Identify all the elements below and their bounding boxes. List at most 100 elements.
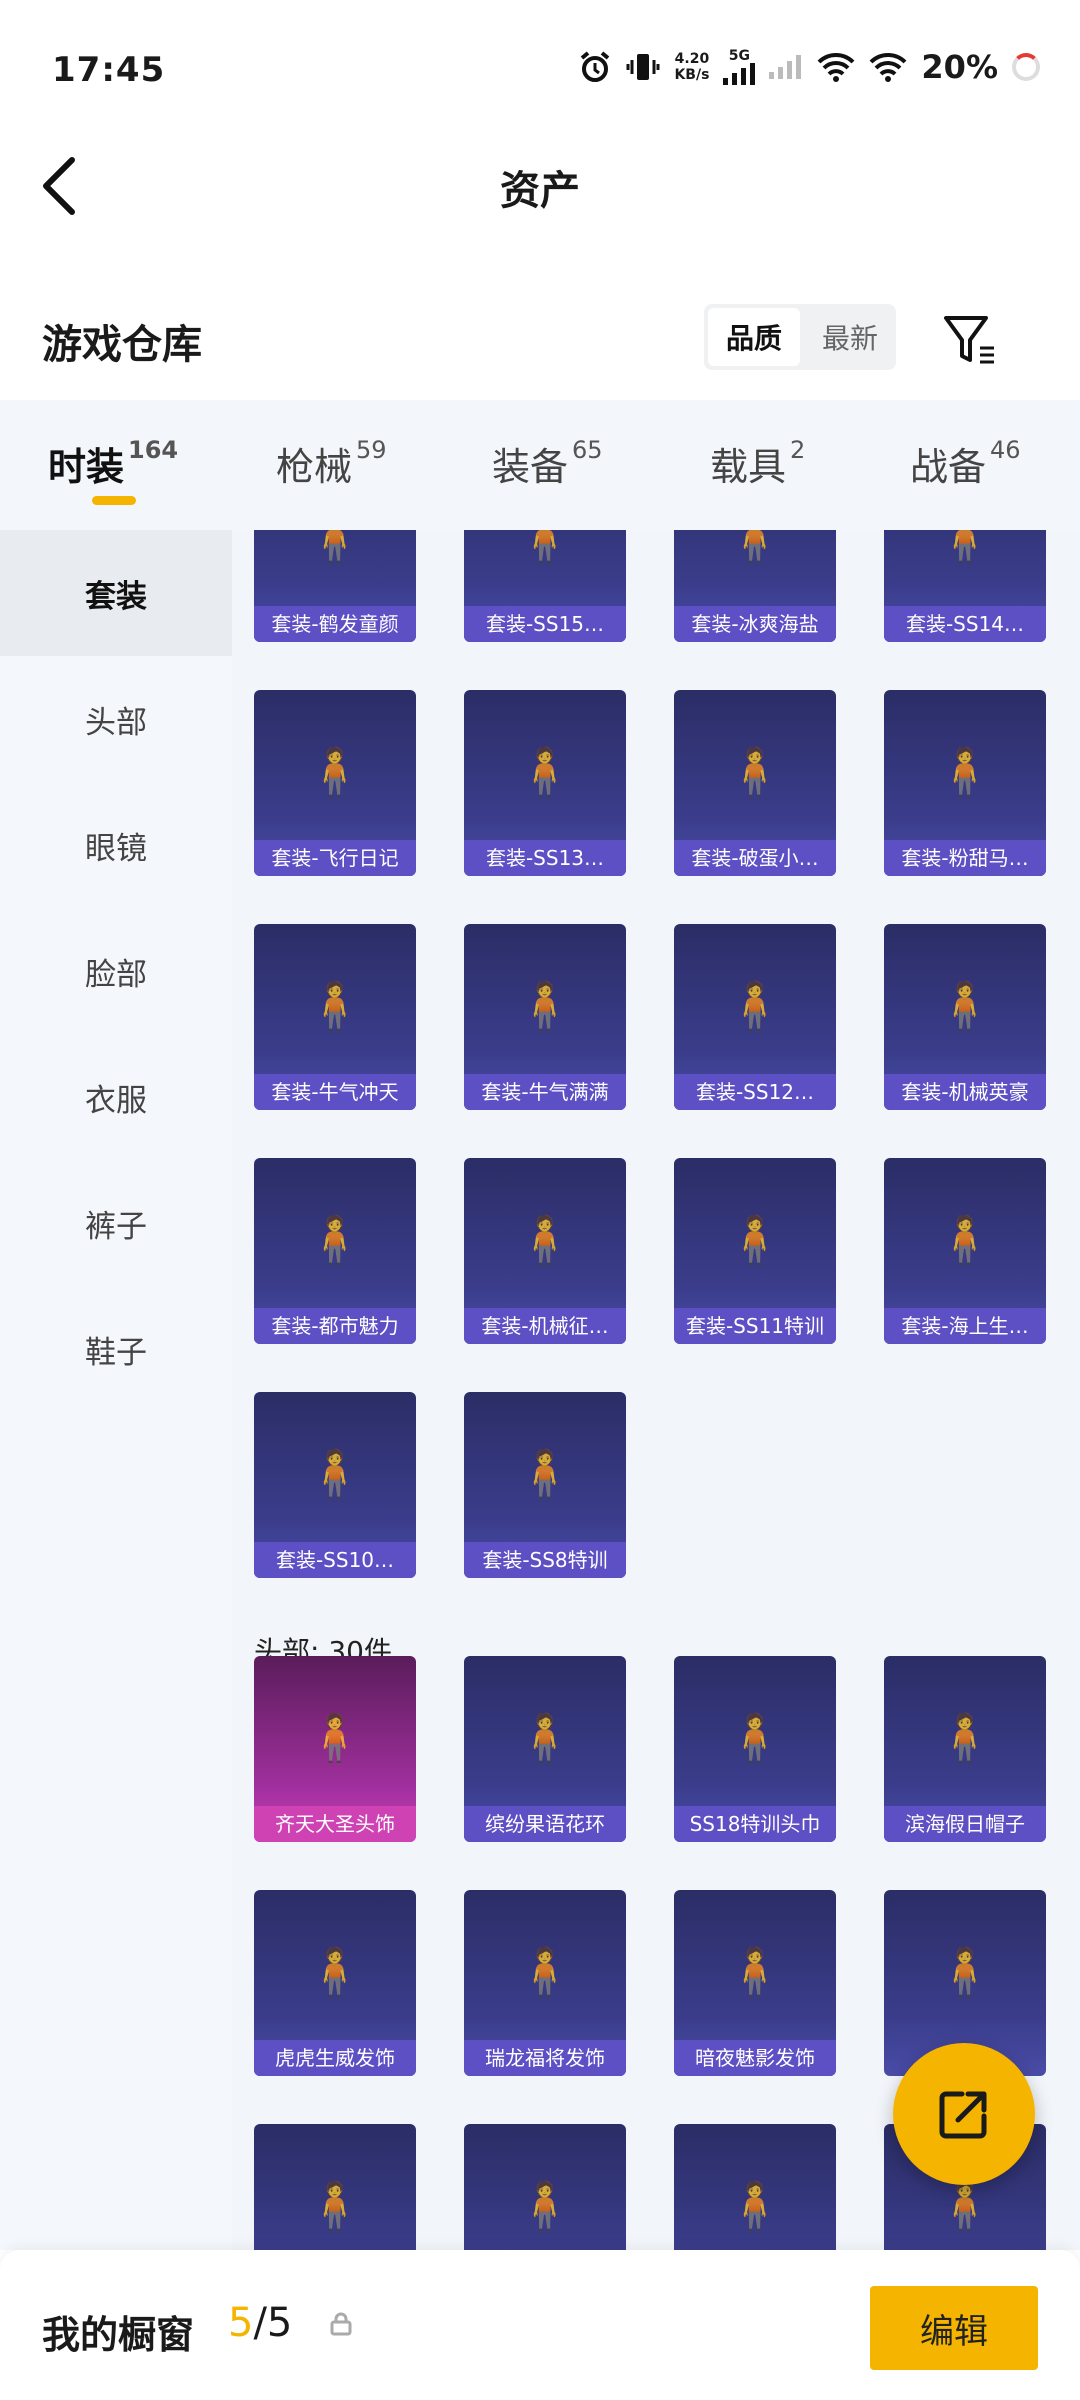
item-name: 套装-都市魅力	[254, 1308, 416, 1344]
item-image: 🧍	[936, 744, 994, 799]
suit-card[interactable]: 🧍 套装-SS12…	[674, 924, 836, 1110]
sidebar-item-face[interactable]: 脸部	[0, 908, 232, 1034]
item-image: 🧍	[306, 744, 364, 799]
tab-vehicles[interactable]: 载具 2	[710, 436, 805, 491]
item-name: 套装-飞行日记	[254, 840, 416, 876]
sidebar-item-shoes[interactable]: 鞋子	[0, 1286, 232, 1412]
item-image: 🧍	[306, 978, 364, 1033]
page-title: 资产	[500, 168, 580, 214]
head-item-card[interactable]: 🧍 缤纷果语花环	[464, 1656, 626, 1842]
tab-fashion[interactable]: 时装 164	[48, 436, 178, 491]
filter-icon[interactable]	[940, 310, 1000, 370]
share-button[interactable]	[893, 2043, 1035, 2185]
item-name: 虎虎生威发饰	[254, 2040, 416, 2076]
item-name: 滨海假日帽子	[884, 1806, 1046, 1842]
item-image: 🧍	[726, 530, 784, 565]
vibrate-icon	[626, 54, 660, 80]
item-image: 🧍	[516, 978, 574, 1033]
head-item-card[interactable]: 🧍	[254, 2124, 416, 2250]
item-image: 🧍	[936, 1212, 994, 1267]
item-name: 套装-粉甜马…	[884, 840, 1046, 876]
item-name: 套装-牛气满满	[464, 1074, 626, 1110]
item-grid: 头部: 30件 🧍 套装-鹤发童颜 🧍 套装-SS15… 🧍 套装-冰爽海盐 🧍 套装-SS1…	[232, 530, 1080, 2250]
item-name: 套装-冰爽海盐	[674, 606, 836, 642]
item-name: 套装-SS15…	[464, 606, 626, 642]
suit-card[interactable]: 🧍 套装-机械征…	[464, 1158, 626, 1344]
sort-newest[interactable]: 最新	[804, 304, 896, 370]
head-item-card[interactable]: 🧍 滨海假日帽子	[884, 1656, 1046, 1842]
wifi-icon	[817, 52, 855, 82]
head-item-card[interactable]: 🧍	[674, 2124, 836, 2250]
item-image: 🧍	[516, 2178, 574, 2233]
item-image: 🧍	[516, 1446, 574, 1501]
item-name: 套装-机械英豪	[884, 1074, 1046, 1110]
suit-card[interactable]: 🧍 套装-鹤发童颜	[254, 530, 416, 642]
tab-guns[interactable]: 枪械 59	[276, 436, 387, 491]
head-item-card[interactable]: 🧍	[464, 2124, 626, 2250]
suit-card[interactable]: 🧍 套装-牛气冲天	[254, 924, 416, 1110]
sidebar-item-head[interactable]: 头部	[0, 656, 232, 782]
suit-card[interactable]: 🧍 套装-粉甜马…	[884, 690, 1046, 876]
battery-percent: 20%	[921, 48, 998, 86]
suit-card[interactable]: 🧍 套装-SS14…	[884, 530, 1046, 642]
item-name: 套装-破蛋小…	[674, 840, 836, 876]
item-image: 🧍	[306, 530, 364, 565]
item-image: 🧍	[516, 1710, 574, 1765]
sidebar-item-suits[interactable]: 套装	[0, 530, 232, 656]
item-image: 🧍	[516, 530, 574, 565]
item-image: 🧍	[726, 1212, 784, 1267]
sort-quality[interactable]: 品质	[708, 308, 800, 366]
item-name: 齐天大圣头饰	[254, 1806, 416, 1842]
status-icons: 4.20 KB/s 5G 20%	[578, 48, 1040, 86]
item-name: 暗夜魅影发饰	[674, 2040, 836, 2076]
showcase-count: 5/5	[228, 2300, 293, 2346]
item-name: 套装-海上生…	[884, 1308, 1046, 1344]
suit-card[interactable]: 🧍 套装-都市魅力	[254, 1158, 416, 1344]
edit-button[interactable]: 编辑	[870, 2286, 1038, 2370]
sidebar-item-clothes[interactable]: 衣服	[0, 1034, 232, 1160]
item-image: 🧍	[516, 744, 574, 799]
item-image: 🧍	[726, 1710, 784, 1765]
battery-icon	[1012, 53, 1040, 81]
warehouse-title: 游戏仓库	[42, 322, 202, 368]
suit-card[interactable]: 🧍 套装-SS8特训	[464, 1392, 626, 1578]
sidebar-item-glasses[interactable]: 眼镜	[0, 782, 232, 908]
item-image: 🧍	[936, 1710, 994, 1765]
suit-card[interactable]: 🧍 套装-破蛋小…	[674, 690, 836, 876]
suit-card[interactable]: 🧍 套装-牛气满满	[464, 924, 626, 1110]
suit-card[interactable]: 🧍 套装-SS13…	[464, 690, 626, 876]
item-image: 🧍	[726, 744, 784, 799]
tab-equipment[interactable]: 装备 65	[492, 436, 603, 491]
suit-card[interactable]: 🧍 套装-SS11特训	[674, 1158, 836, 1344]
head-item-card[interactable]: 🧍 齐天大圣头饰	[254, 1656, 416, 1842]
status-bar: 17:45 4.20 KB/s 5G 20%	[0, 0, 1080, 140]
app-header: 资产	[0, 140, 1080, 230]
showcase-bar: 我的橱窗 5/5 编辑	[0, 2250, 1080, 2400]
item-image: 🧍	[726, 978, 784, 1033]
head-item-card[interactable]: 🧍 瑞龙福将发饰	[464, 1890, 626, 2076]
suit-card[interactable]: 🧍 套装-SS10…	[254, 1392, 416, 1578]
head-item-card[interactable]: 🧍 暗夜魅影发饰	[674, 1890, 836, 2076]
tab-combat-supplies[interactable]: 战备 46	[910, 436, 1021, 491]
category-tabs: 时装 164 枪械 59 装备 65 载具 2 战备 46	[0, 400, 1080, 530]
item-image: 🧍	[936, 2178, 994, 2233]
item-image: 🧍	[306, 1944, 364, 1999]
head-item-card[interactable]: 🧍 虎虎生威发饰	[254, 1890, 416, 2076]
suit-card[interactable]: 🧍 套装-冰爽海盐	[674, 530, 836, 642]
item-name: 套装-SS13…	[464, 840, 626, 876]
item-image: 🧍	[936, 1944, 994, 1999]
item-name: 套装-SS11特训	[674, 1308, 836, 1344]
suit-card[interactable]: 🧍 套装-海上生…	[884, 1158, 1046, 1344]
item-name: 套装-SS10…	[254, 1542, 416, 1578]
suit-card[interactable]: 🧍 套装-机械英豪	[884, 924, 1046, 1110]
item-name: 套装-SS14…	[884, 606, 1046, 642]
wifi-icon-2	[869, 52, 907, 82]
showcase-label: 我的橱窗	[42, 2313, 195, 2357]
item-name: 套装-机械征…	[464, 1308, 626, 1344]
suit-card[interactable]: 🧍 套装-飞行日记	[254, 690, 416, 876]
lock-icon	[330, 2312, 352, 2336]
sidebar-item-pants[interactable]: 裤子	[0, 1160, 232, 1286]
suit-card[interactable]: 🧍 套装-SS15…	[464, 530, 626, 642]
item-name: 套装-SS8特训	[464, 1542, 626, 1578]
head-item-card[interactable]: 🧍 SS18特训头巾	[674, 1656, 836, 1842]
